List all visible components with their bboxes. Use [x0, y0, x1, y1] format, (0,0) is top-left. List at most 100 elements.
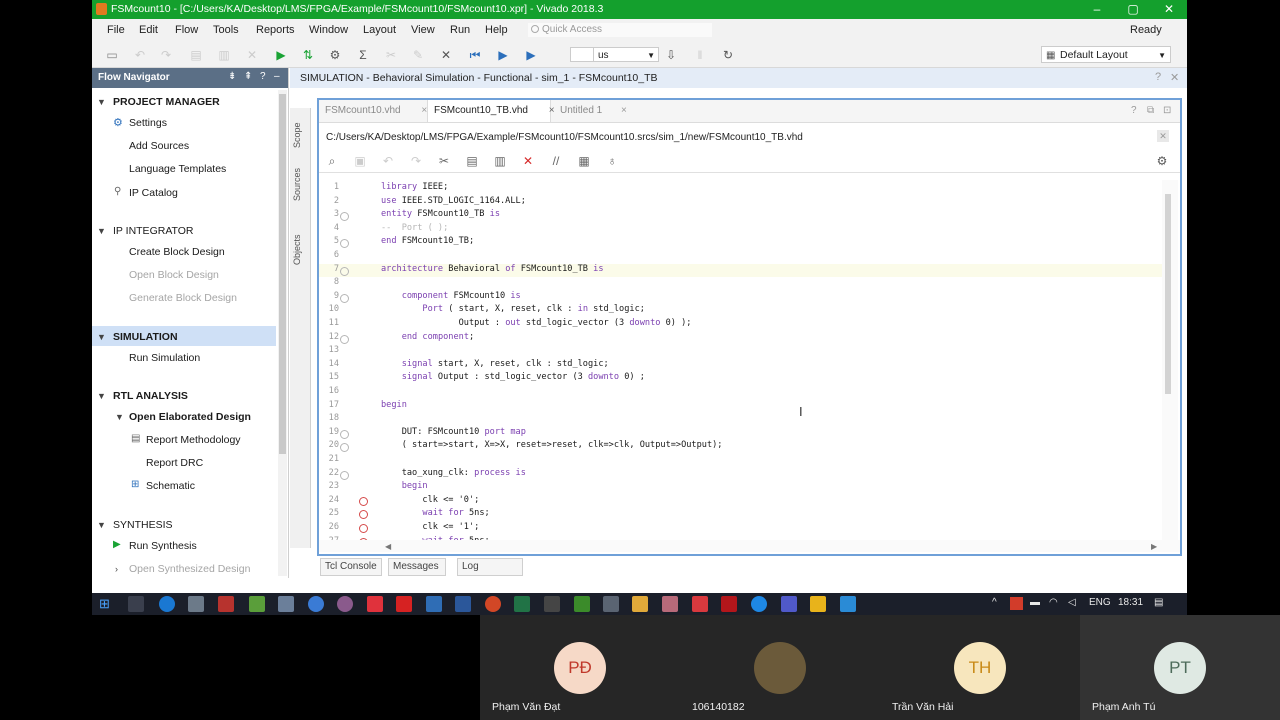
paste-icon[interactable]: ▥: [492, 153, 508, 169]
code-line[interactable]: 20 ( start=>start, X=>X, reset=>reset, c…: [319, 440, 1162, 454]
float-icon[interactable]: ⧉: [1147, 105, 1154, 116]
app-icon[interactable]: [603, 596, 619, 612]
code-line[interactable]: 14 signal start, X, reset, clk : std_log…: [319, 359, 1162, 373]
breakpoint-icon[interactable]: [359, 524, 368, 533]
fold-icon[interactable]: [340, 293, 349, 303]
windows-start-icon[interactable]: ⊞: [99, 597, 113, 611]
comment-icon[interactable]: //: [548, 153, 564, 169]
code-line[interactable]: 9 component FSMcount10 is: [319, 291, 1162, 305]
fold-icon[interactable]: [340, 470, 349, 480]
app-icon[interactable]: [810, 596, 826, 612]
clock[interactable]: 18:31: [1118, 597, 1143, 608]
breakpoint-icon[interactable]: [359, 510, 368, 520]
fold-icon[interactable]: [340, 239, 349, 249]
minimize-button[interactable]: –: [1079, 0, 1115, 19]
lightbulb-icon[interactable]: ♁: [604, 153, 620, 169]
player-icon[interactable]: [367, 596, 383, 612]
menu-help[interactable]: Help: [485, 24, 508, 36]
tool-cross-icon[interactable]: ✕: [438, 47, 454, 63]
relaunch-icon[interactable]: ↻: [720, 47, 736, 63]
layout-select[interactable]: ▦ Default Layout ▼: [1041, 46, 1171, 63]
notifications-icon[interactable]: ▤: [1154, 597, 1163, 608]
nav-run-synthesis[interactable]: Run Synthesis: [129, 540, 197, 552]
collapse-caret-icon[interactable]: ▼: [97, 391, 106, 401]
collapse-caret-icon[interactable]: ▼: [97, 332, 106, 342]
app-icon[interactable]: [721, 596, 737, 612]
nav-add-sources[interactable]: Add Sources: [129, 140, 189, 152]
tab-messages[interactable]: Messages: [388, 558, 446, 576]
nav-run-simulation[interactable]: Run Simulation: [129, 352, 200, 364]
menu-file[interactable]: File: [107, 24, 125, 36]
search-icon[interactable]: ⌕: [324, 153, 340, 169]
nav-open-synthesized-design[interactable]: Open Synthesized Design: [129, 563, 250, 575]
help-icon[interactable]: ?: [1155, 71, 1161, 83]
side-tab-objects[interactable]: Objects: [292, 234, 302, 265]
cut-icon[interactable]: ✂: [436, 153, 452, 169]
code-line[interactable]: 2 use IEEE.STD_LOGIC_1164.ALL;: [319, 196, 1162, 210]
collapse-caret-icon[interactable]: ▼: [97, 226, 106, 236]
task-view-icon[interactable]: [128, 596, 144, 612]
pdf-icon[interactable]: [396, 596, 412, 612]
app-icon[interactable]: [308, 596, 324, 612]
word-icon[interactable]: [455, 596, 471, 612]
nav-settings[interactable]: Settings: [129, 117, 167, 129]
section-ip-integrator[interactable]: IP INTEGRATOR: [113, 225, 194, 237]
app-icon[interactable]: [544, 596, 560, 612]
app-icon[interactable]: [278, 596, 294, 612]
fold-icon[interactable]: [340, 212, 349, 222]
code-line[interactable]: 4 -- Port ( );: [319, 223, 1162, 237]
side-tab-scope[interactable]: Scope: [292, 122, 302, 148]
close-icon[interactable]: ✕: [1157, 130, 1169, 142]
expand-caret-icon[interactable]: ›: [115, 564, 118, 574]
tray-app-icon[interactable]: [1010, 597, 1023, 610]
scroll-thumb[interactable]: [279, 94, 286, 454]
vertical-scrollbar[interactable]: [1162, 180, 1178, 540]
format-icon[interactable]: ▦: [576, 153, 592, 169]
section-rtl-analysis[interactable]: RTL ANALYSIS: [113, 390, 188, 402]
code-area[interactable]: 1 library IEEE; 2 use IEEE.STD_LOGIC_1164.A…: [319, 180, 1162, 540]
code-line[interactable]: 8: [319, 277, 1162, 291]
mail-icon[interactable]: [218, 596, 234, 612]
run-for-icon[interactable]: ▶: [523, 47, 539, 63]
tab-fsmcount10-tb-vhd[interactable]: FSMcount10_TB.vhd ×: [427, 100, 555, 122]
edge-icon[interactable]: [159, 596, 175, 612]
section-simulation[interactable]: SIMULATION: [113, 331, 178, 343]
cut-icon[interactable]: ✂: [383, 47, 399, 63]
section-synthesis[interactable]: SYNTHESIS: [113, 519, 173, 531]
scroll-left-icon[interactable]: ◀: [385, 542, 391, 551]
code-line[interactable]: 17 begin: [319, 400, 1162, 414]
app-icon[interactable]: [574, 596, 590, 612]
code-line[interactable]: 16: [319, 386, 1162, 400]
program-icon[interactable]: ⇅: [300, 47, 316, 63]
language-indicator[interactable]: ENG: [1089, 597, 1111, 608]
run-icon[interactable]: ▶: [273, 47, 289, 63]
gear-icon[interactable]: ⚙: [1154, 153, 1170, 169]
messenger-icon[interactable]: [751, 596, 767, 612]
volume-icon[interactable]: ◁: [1068, 597, 1076, 608]
run-all-icon[interactable]: ▶: [495, 47, 511, 63]
menu-flow[interactable]: Flow: [175, 24, 198, 36]
redo-icon[interactable]: ↷: [158, 47, 174, 63]
maximize-icon[interactable]: ⊡: [1163, 105, 1171, 116]
nav-schematic[interactable]: Schematic: [146, 480, 195, 492]
breakpoint-icon[interactable]: [359, 496, 368, 506]
pause-icon[interactable]: ‖: [692, 47, 708, 63]
app-icon[interactable]: [249, 596, 265, 612]
wifi-icon[interactable]: ◠: [1049, 597, 1058, 608]
fold-icon[interactable]: [340, 266, 349, 276]
scroll-thumb[interactable]: [1165, 194, 1171, 394]
copy-icon[interactable]: ▤: [188, 47, 204, 63]
app-icon[interactable]: [840, 596, 856, 612]
code-line[interactable]: 5 end FSMcount10_TB;: [319, 236, 1162, 250]
code-line[interactable]: 6: [319, 250, 1162, 264]
close-icon[interactable]: ✕: [1170, 71, 1179, 84]
collapse-all-icon[interactable]: ⇟: [228, 71, 236, 82]
close-icon[interactable]: ×: [549, 105, 555, 116]
code-line[interactable]: 25 wait for 5ns;: [319, 508, 1162, 522]
step-icon[interactable]: ⇩: [663, 47, 679, 63]
pencil-icon[interactable]: ✎: [410, 47, 426, 63]
collapse-caret-icon[interactable]: ▼: [97, 520, 106, 530]
nav-report-methodology[interactable]: Report Methodology: [146, 434, 241, 446]
code-line[interactable]: 15 signal Output : std_logic_vector (3 d…: [319, 372, 1162, 386]
code-line[interactable]: 11 Output : out std_logic_vector (3 down…: [319, 318, 1162, 332]
